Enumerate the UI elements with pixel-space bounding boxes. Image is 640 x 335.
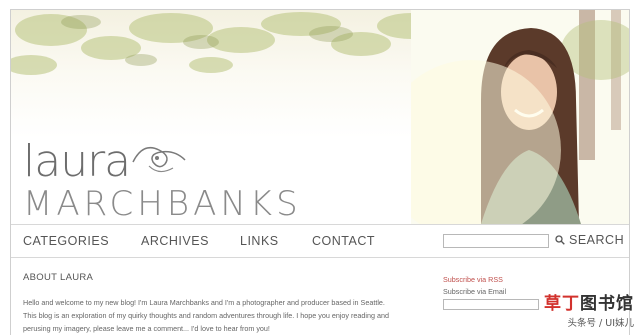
watermark: 草丁图书馆 头条号 / UI妹儿 <box>534 289 634 329</box>
about-paragraph-1: Hello and welcome to my new blog! I'm La… <box>23 298 385 307</box>
logo-last-name: MARCHBANKS <box>23 184 302 224</box>
search-button[interactable]: SEARCH <box>555 233 624 247</box>
nav-links[interactable]: LINKS <box>240 234 279 248</box>
nav-categories[interactable]: CATEGORIES <box>23 234 109 248</box>
about-paragraph-3: perusing my imagery, please leave me a c… <box>23 324 270 333</box>
watermark-char: 图 <box>580 294 598 314</box>
search-icon <box>555 235 565 245</box>
header-banner: laura MARCHBANKS <box>11 10 629 224</box>
search-input[interactable] <box>443 234 549 248</box>
watermark-subtitle: 头条号 / UI妹儿 <box>567 318 635 329</box>
watermark-char: 丁 <box>562 294 580 314</box>
main-content: ABOUT LAURA Hello and welcome to my new … <box>23 272 423 335</box>
watermark-title: 草丁图书馆 <box>534 289 634 314</box>
about-heading: ABOUT LAURA <box>23 272 94 283</box>
main-navigation: CATEGORIES ARCHIVES LINKS CONTACT SEARCH <box>11 224 629 258</box>
watermark-char: 草 <box>544 294 562 314</box>
watermark-char: 馆 <box>616 294 634 314</box>
logo-flourish-icon <box>132 147 186 173</box>
subscribe-rss-link[interactable]: Subscribe via RSS <box>443 275 623 284</box>
about-paragraph-2: This blog is an exploration of my quirky… <box>23 311 389 320</box>
blog-page: laura MARCHBANKS CATEGORIES ARCHIVES LIN… <box>10 9 630 335</box>
watermark-char: 书 <box>598 294 616 314</box>
search-button-label: SEARCH <box>569 233 625 247</box>
portrait-photo <box>411 10 629 224</box>
nav-contact[interactable]: CONTACT <box>312 234 375 248</box>
nav-archives[interactable]: ARCHIVES <box>141 234 209 248</box>
subscribe-email-input[interactable] <box>443 299 539 310</box>
